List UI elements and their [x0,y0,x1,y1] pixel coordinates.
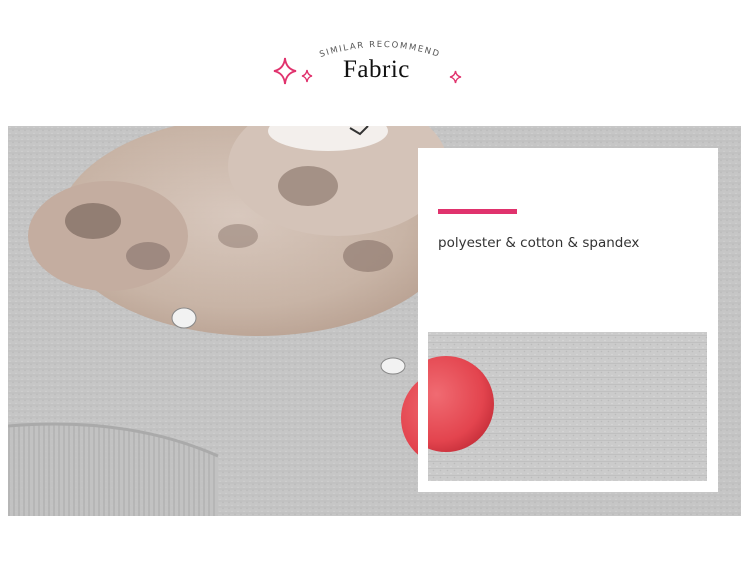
sparkle-icon [273,57,297,85]
fabric-info-card: polyester & cotton & spandex [418,148,718,492]
fabric-composition: polyester & cotton & spandex [438,235,640,251]
section-title: Fabric [343,56,410,83]
fabric-detail-photo [428,332,707,481]
sparkle-icon [449,70,462,84]
accent-bar [438,209,517,214]
section-header: SIMILAR RECOMMEND Fabric [0,0,750,120]
sparkle-icon [301,69,313,83]
